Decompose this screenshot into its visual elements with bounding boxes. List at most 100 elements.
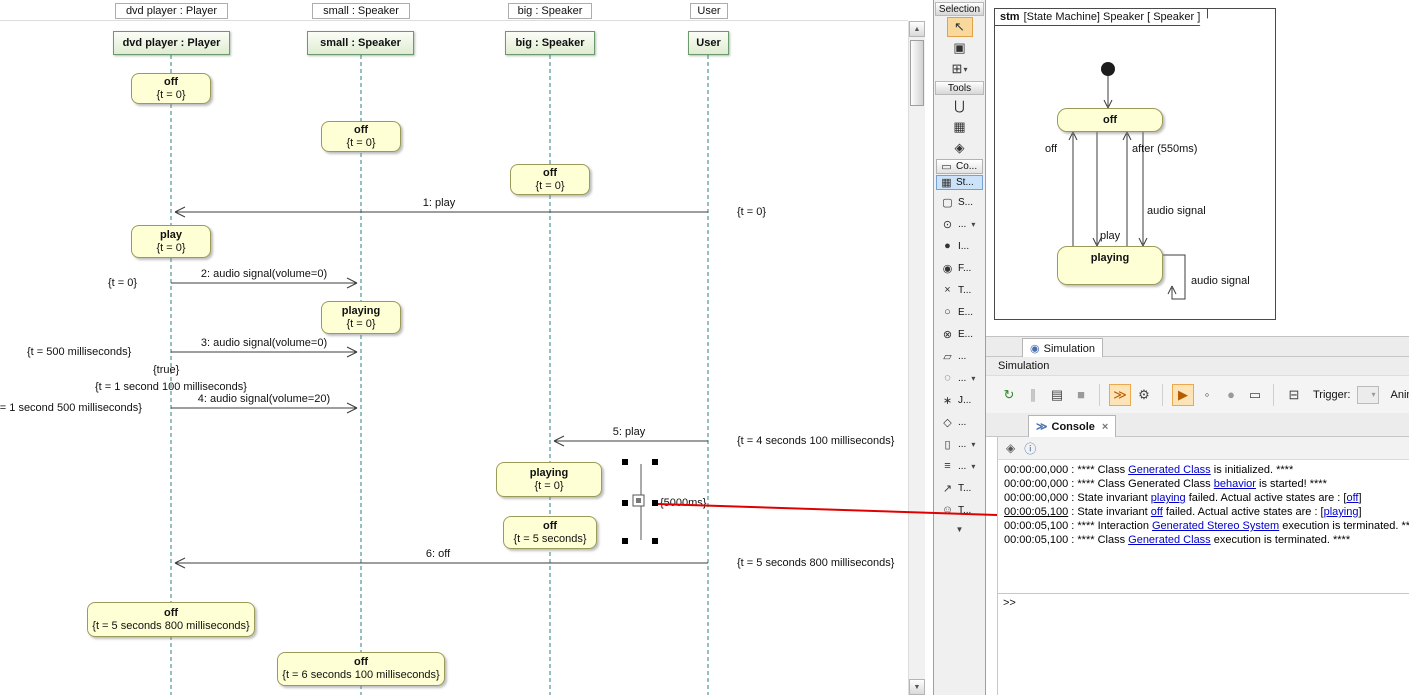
palette-item-label: ...	[958, 373, 966, 384]
palette-item-initial[interactable]: ●I...	[934, 235, 985, 257]
palette-item-transition[interactable]: ↗T...	[934, 477, 985, 499]
step-over-icon[interactable]: ≫	[1109, 384, 1131, 406]
diagram-title: stm [State Machine] Speaker [ Speaker ]	[994, 8, 1208, 26]
palette-item-entry-point[interactable]: ○E...	[934, 301, 985, 323]
trigger-select[interactable]: ▾	[1357, 386, 1379, 404]
console-line: 00:00:00,000 : State invariant playing f…	[1004, 491, 1409, 505]
animation-label: Animation	[1391, 389, 1409, 401]
transition-playing-self-loop[interactable]	[1163, 255, 1185, 299]
stm-state-playing[interactable]: playing	[1057, 246, 1163, 285]
console-link[interactable]: off	[1346, 492, 1358, 504]
console-link[interactable]: Generated Stereo System	[1152, 520, 1279, 532]
palette-item-label: J...	[958, 395, 971, 406]
palette-header-selection: Selection	[935, 2, 984, 16]
exit-point-icon: ⊗	[941, 328, 954, 341]
console-link[interactable]: Generated Class	[1128, 464, 1211, 476]
stm-state-off[interactable]: off	[1057, 108, 1163, 132]
console-link[interactable]: Generated Class	[1128, 534, 1211, 546]
transition-playing-to-off[interactable]	[1069, 132, 1077, 246]
settings-icon[interactable]: ⚙	[1133, 384, 1155, 406]
console-text: 00:00:05,100	[1004, 506, 1068, 518]
transition-initial-to-off[interactable]	[1104, 76, 1112, 108]
ui-mockup-icon[interactable]: ▭	[1244, 384, 1266, 406]
transition-label-off: off	[1045, 143, 1057, 155]
palette-item-trigger[interactable]: ☺T...	[934, 499, 985, 521]
console-text: failed. Actual active states are : [	[1163, 506, 1324, 518]
console-text: failed. Actual active states are : [	[1186, 492, 1347, 504]
console-icon: ≫	[1036, 420, 1048, 433]
tab-simulation[interactable]: ◉ Simulation	[1022, 338, 1103, 358]
pause-icon: ∥	[1030, 387, 1037, 403]
console-link[interactable]: off	[1151, 506, 1163, 518]
dropdown-arrow-icon[interactable]: ▾	[971, 374, 975, 383]
prompt-label: >>	[1003, 597, 1016, 609]
validation-icon: ●	[1227, 387, 1235, 402]
transition-playing-to-off-after[interactable]	[1123, 132, 1131, 246]
info-icon[interactable]: ⓘ	[1024, 440, 1036, 457]
palette-item-item-12[interactable]: ▯...▾	[934, 433, 985, 455]
console-text: 00:00:00,000 : **** Class Generated Clas…	[1004, 478, 1214, 490]
console-text: 00:00:00,000 : State invariant	[1004, 492, 1151, 504]
palette-tool-magnet[interactable]: ⋃	[947, 96, 973, 116]
sticky-icon: ▣	[953, 40, 965, 56]
transition-label-audio-signal: audio signal	[1191, 275, 1250, 287]
validation-icon[interactable]: ●	[1220, 384, 1242, 406]
start-simulation-icon[interactable]: ↻	[998, 384, 1020, 406]
scrollbar-thumb[interactable]	[910, 40, 924, 106]
palette-item-item-9[interactable]: ◌...▾	[934, 367, 985, 389]
console-link[interactable]: playing	[1324, 506, 1359, 518]
console-link[interactable]: behavior	[1214, 478, 1256, 490]
trigger-label: Trigger:	[1313, 389, 1351, 401]
palette-category-stereo[interactable]: ▦ St...	[936, 175, 983, 190]
dropdown-arrow-icon[interactable]: ▾	[971, 462, 975, 471]
palette-category-common[interactable]: ▭ Co...	[936, 159, 983, 174]
console-line: 00:00:05,100 : **** Interaction Generate…	[1004, 519, 1409, 533]
scroll-up-button[interactable]: ▲	[909, 21, 925, 37]
dropdown-arrow-icon[interactable]: ▾	[963, 65, 967, 74]
dropdown-arrow-icon[interactable]: ▾	[971, 220, 975, 229]
toolbar-separator	[1273, 384, 1279, 406]
pause-icon[interactable]: ∥	[1022, 384, 1044, 406]
initial-state-node[interactable]	[1101, 62, 1115, 76]
palette-item-label: S...	[958, 197, 973, 208]
palette-item-label: ...	[958, 219, 966, 230]
palette-item-fork-join[interactable]: ≡...▾	[934, 455, 985, 477]
palette-item-item-8[interactable]: ▱...	[934, 345, 985, 367]
palette-scroll-down[interactable]: ▼	[934, 521, 985, 537]
palette-tool-layout[interactable]: ▦	[947, 117, 973, 137]
animation-toggle-icon[interactable]: ▶	[1172, 384, 1194, 406]
console-text: ]	[1358, 506, 1361, 518]
palette-item-exit-point[interactable]: ⊗E...	[934, 323, 985, 345]
vertical-scrollbar[interactable]: ▲ ▼	[908, 21, 925, 695]
palette-tool-zoom[interactable]: ◈	[947, 138, 973, 158]
console-prompt[interactable]: >>	[998, 593, 1409, 611]
palette-item-state-invariant[interactable]: ▢S...	[934, 191, 985, 213]
stop-icon[interactable]: ■	[1070, 384, 1092, 406]
console-region: ◈ ⓘ 00:00:00,000 : **** Class Generated …	[997, 437, 1409, 695]
scroll-down-icon: ▼	[956, 525, 964, 534]
right-panel: stm [State Machine] Speaker [ Speaker ]	[986, 0, 1409, 695]
clear-console-icon[interactable]: ◈	[1006, 441, 1015, 455]
settings-icon: ⚙	[1138, 387, 1150, 403]
palette-item-terminate[interactable]: ×T...	[934, 279, 985, 301]
palette-item-junction[interactable]: ∗J...	[934, 389, 985, 411]
palette-tool-sticky[interactable]: ▣	[947, 38, 973, 58]
scroll-down-icon: ▼	[914, 684, 921, 691]
palette-item-final[interactable]: ◉F...	[934, 257, 985, 279]
scroll-down-button[interactable]: ▼	[909, 679, 925, 695]
close-icon[interactable]: ×	[1102, 421, 1108, 433]
palette-item-duration[interactable]: ⊙...▾	[934, 213, 985, 235]
trigger-table-icon[interactable]: ⊟	[1283, 384, 1305, 406]
dropdown-arrow-icon[interactable]: ▾	[971, 440, 975, 449]
diagram-icon: ▦	[940, 176, 953, 189]
dropdown-arrow-icon: ▾	[1371, 390, 1375, 399]
palette-item-choice[interactable]: ◇...	[934, 411, 985, 433]
palette-tool-selection-cursor[interactable]: ↖	[947, 17, 973, 37]
console-link[interactable]: playing	[1151, 492, 1186, 504]
duration-constraint-handle[interactable]	[622, 459, 658, 544]
transition-off-to-playing-play[interactable]	[1093, 132, 1101, 246]
report-icon[interactable]: ▤	[1046, 384, 1068, 406]
tab-console[interactable]: ≫ Console ×	[1028, 415, 1116, 437]
palette-tool-grid[interactable]: ⊞▾	[947, 59, 973, 79]
breakpoints-icon[interactable]: ◦	[1196, 384, 1218, 406]
